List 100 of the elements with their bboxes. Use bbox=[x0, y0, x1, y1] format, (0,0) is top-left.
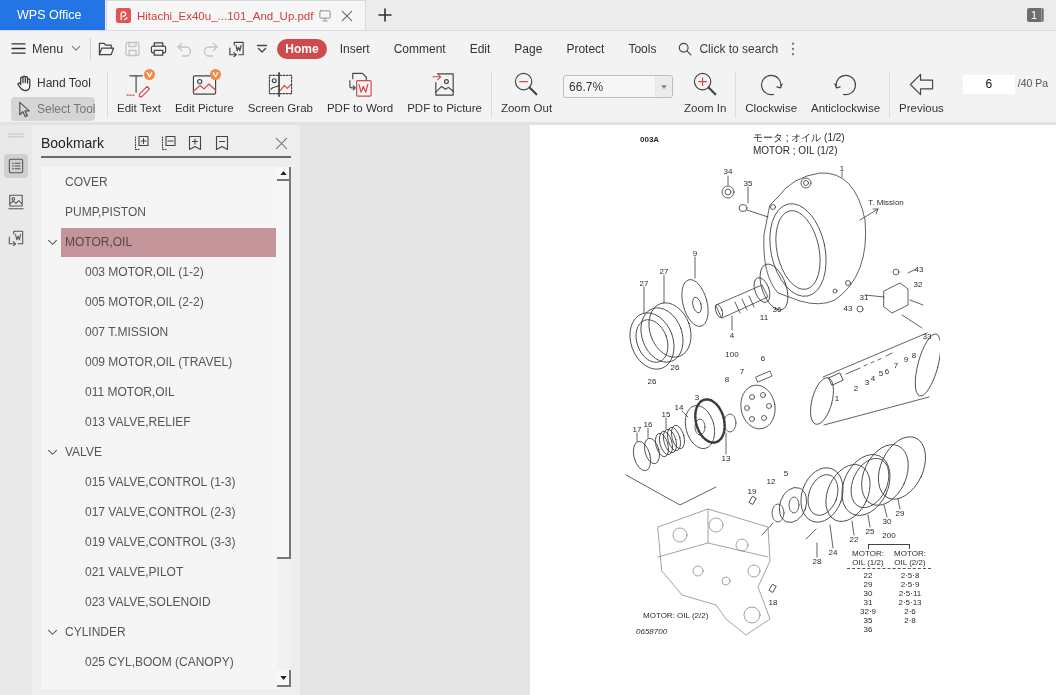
callout-label: 2 bbox=[853, 383, 859, 393]
legend-value: 32·9 bbox=[860, 607, 876, 616]
chevron-icon[interactable] bbox=[46, 238, 58, 246]
bookmark-item[interactable]: 021 VALVE,PILOT bbox=[81, 557, 276, 587]
ribbon-tab[interactable]: Protect bbox=[554, 38, 617, 59]
bookmark-item[interactable]: VALVE bbox=[61, 437, 276, 467]
close-icon[interactable] bbox=[341, 9, 354, 22]
scrollbar[interactable] bbox=[277, 167, 291, 689]
grip-icon[interactable] bbox=[8, 133, 24, 138]
legend-group-number: 200 bbox=[882, 531, 896, 541]
callout-label: 8 bbox=[911, 350, 917, 360]
close-icon[interactable] bbox=[275, 137, 288, 150]
toolbar-button[interactable]: Zoom In bbox=[677, 66, 734, 122]
bookmark-item[interactable]: CYLINDER bbox=[61, 617, 276, 647]
more-options-icon[interactable] bbox=[791, 41, 796, 56]
ribbon-tab[interactable]: Page bbox=[502, 38, 555, 59]
ribbon-tab[interactable]: Edit bbox=[457, 38, 503, 59]
callout-label: 4 bbox=[870, 373, 876, 383]
legend-value: 30 bbox=[863, 589, 873, 598]
callout-label: 12 bbox=[766, 476, 776, 486]
dropdown-arrow-icon bbox=[661, 84, 668, 89]
bookmark-item[interactable]: 009 MOTOR,OIL (TRAVEL) bbox=[81, 347, 276, 377]
legend-value: 29 bbox=[863, 580, 873, 589]
new-tab-icon[interactable] bbox=[378, 8, 393, 22]
callout-label: 5 bbox=[783, 468, 789, 478]
tool-button[interactable]: Hand Tool bbox=[11, 73, 95, 93]
bookmark-remove-icon[interactable] bbox=[214, 135, 231, 151]
toolbar-button[interactable]: Edit Picture bbox=[167, 66, 241, 122]
drawing-number: 0658700 bbox=[636, 627, 668, 637]
search-icon bbox=[678, 41, 693, 56]
app-launcher-tab[interactable]: WPS Office bbox=[0, 0, 105, 30]
bookmark-item[interactable]: 005 MOTOR,OIL (2-2) bbox=[81, 287, 276, 317]
chevron-icon[interactable] bbox=[46, 448, 58, 456]
scrollbar-thumb[interactable] bbox=[277, 181, 291, 559]
document-tab[interactable]: Hitachi_Ex40u_...101_And_Up.pdf bbox=[106, 0, 367, 30]
callout-label: 22 bbox=[849, 534, 859, 544]
toolbar-button[interactable]: Previous bbox=[892, 66, 951, 122]
toolbar-button[interactable]: PDF to Picture bbox=[400, 66, 489, 122]
toolbar-button[interactable]: Clockwise bbox=[738, 66, 805, 122]
search-field[interactable]: Click to search bbox=[678, 41, 788, 56]
scroll-up-icon[interactable] bbox=[279, 171, 287, 175]
callout-label: 28 bbox=[812, 556, 822, 566]
bookmark-item[interactable]: 007 T.MISSION bbox=[81, 317, 276, 347]
callout-label: 43 bbox=[914, 264, 924, 274]
callout-label: 14 bbox=[674, 402, 684, 412]
bookmark-item[interactable]: 025 CYL,BOOM (CANOPY) bbox=[81, 647, 276, 677]
bookmark-item[interactable]: 023 VALVE,SOLENOID bbox=[81, 587, 276, 617]
folder-icon[interactable] bbox=[98, 40, 116, 57]
document-export-icon[interactable] bbox=[228, 40, 246, 57]
callout-label: 3 bbox=[864, 377, 870, 387]
panel-title: Bookmark bbox=[41, 135, 105, 152]
callout-label: 4 bbox=[729, 330, 735, 340]
toolbar-button[interactable]: Anticlockwise bbox=[804, 66, 888, 122]
callout-label: 26 bbox=[670, 362, 680, 372]
list-icon[interactable] bbox=[4, 154, 28, 178]
callout-label: 25 bbox=[865, 526, 875, 536]
bookmark-item[interactable]: 019 VALVE,CONTROL (3-3) bbox=[81, 527, 276, 557]
chevron-icon[interactable] bbox=[46, 628, 58, 636]
callout-label: T. Mission bbox=[868, 197, 904, 207]
scroll-down-icon[interactable] bbox=[279, 675, 287, 680]
legend-value: 22 bbox=[863, 571, 873, 580]
bookmark-add-icon[interactable] bbox=[187, 135, 204, 151]
toolbar-button[interactable]: PDF to Word bbox=[319, 66, 401, 122]
callout-label: 29 bbox=[895, 508, 905, 518]
left-arrow-icon bbox=[907, 71, 935, 98]
ribbon-tab[interactable]: Home bbox=[277, 38, 327, 59]
collapse-all-icon[interactable] bbox=[160, 135, 177, 151]
zoom-level-dropdown[interactable]: 66.7% bbox=[563, 75, 674, 98]
bookmark-item[interactable]: 011 MOTOR,OIL bbox=[81, 377, 276, 407]
bookmark-item[interactable]: 015 VALVE,CONTROL (1-3) bbox=[81, 467, 276, 497]
callout-label: 16 bbox=[643, 419, 653, 429]
callout-label: 100 bbox=[725, 349, 739, 359]
callout-label: 7 bbox=[739, 366, 745, 376]
ribbon-tab[interactable]: Comment bbox=[381, 38, 458, 59]
printer-icon[interactable] bbox=[150, 40, 168, 57]
ribbon-tab[interactable]: Tools bbox=[616, 38, 669, 59]
legend-value: 36 bbox=[863, 625, 873, 634]
page-number-field[interactable]: 6 bbox=[962, 75, 1015, 94]
caret-icon[interactable] bbox=[256, 43, 269, 54]
drawing-title: MOTOR ; OIL (1/2) bbox=[753, 144, 838, 157]
bookmark-item[interactable]: COVER bbox=[61, 167, 276, 197]
menu-button[interactable]: Menu bbox=[11, 41, 82, 56]
drawing-caption: MOTOR: OIL (2/2) bbox=[643, 611, 709, 621]
ribbon-tab[interactable]: Insert bbox=[327, 38, 382, 59]
window-count-badge[interactable]: 1 bbox=[1026, 8, 1044, 22]
bookmark-item[interactable]: 013 VALVE,RELIEF bbox=[81, 407, 276, 437]
drawing-title: モータ ; オイル (1/2) bbox=[753, 131, 845, 144]
bookmark-item[interactable]: PUMP,PISTON bbox=[61, 197, 276, 227]
callout-label: 32 bbox=[913, 279, 923, 289]
toolbar-button[interactable]: Zoom Out bbox=[493, 66, 560, 122]
expand-all-icon[interactable] bbox=[133, 135, 150, 151]
legend-value: 35 bbox=[863, 616, 873, 625]
page-count-text: /40 Pa bbox=[1017, 77, 1049, 89]
bookmark-item[interactable]: 017 VALVE,CONTROL (2-3) bbox=[81, 497, 276, 527]
callout-label: 30 bbox=[882, 516, 892, 526]
zoom-out-icon bbox=[513, 71, 540, 98]
pdf-file-icon bbox=[116, 8, 131, 23]
toolbar-button[interactable]: Edit Text bbox=[110, 66, 168, 122]
toolbar-button[interactable]: Screen Grab bbox=[240, 66, 320, 122]
bookmark-item[interactable]: 003 MOTOR,OIL (1-2) bbox=[81, 257, 276, 287]
